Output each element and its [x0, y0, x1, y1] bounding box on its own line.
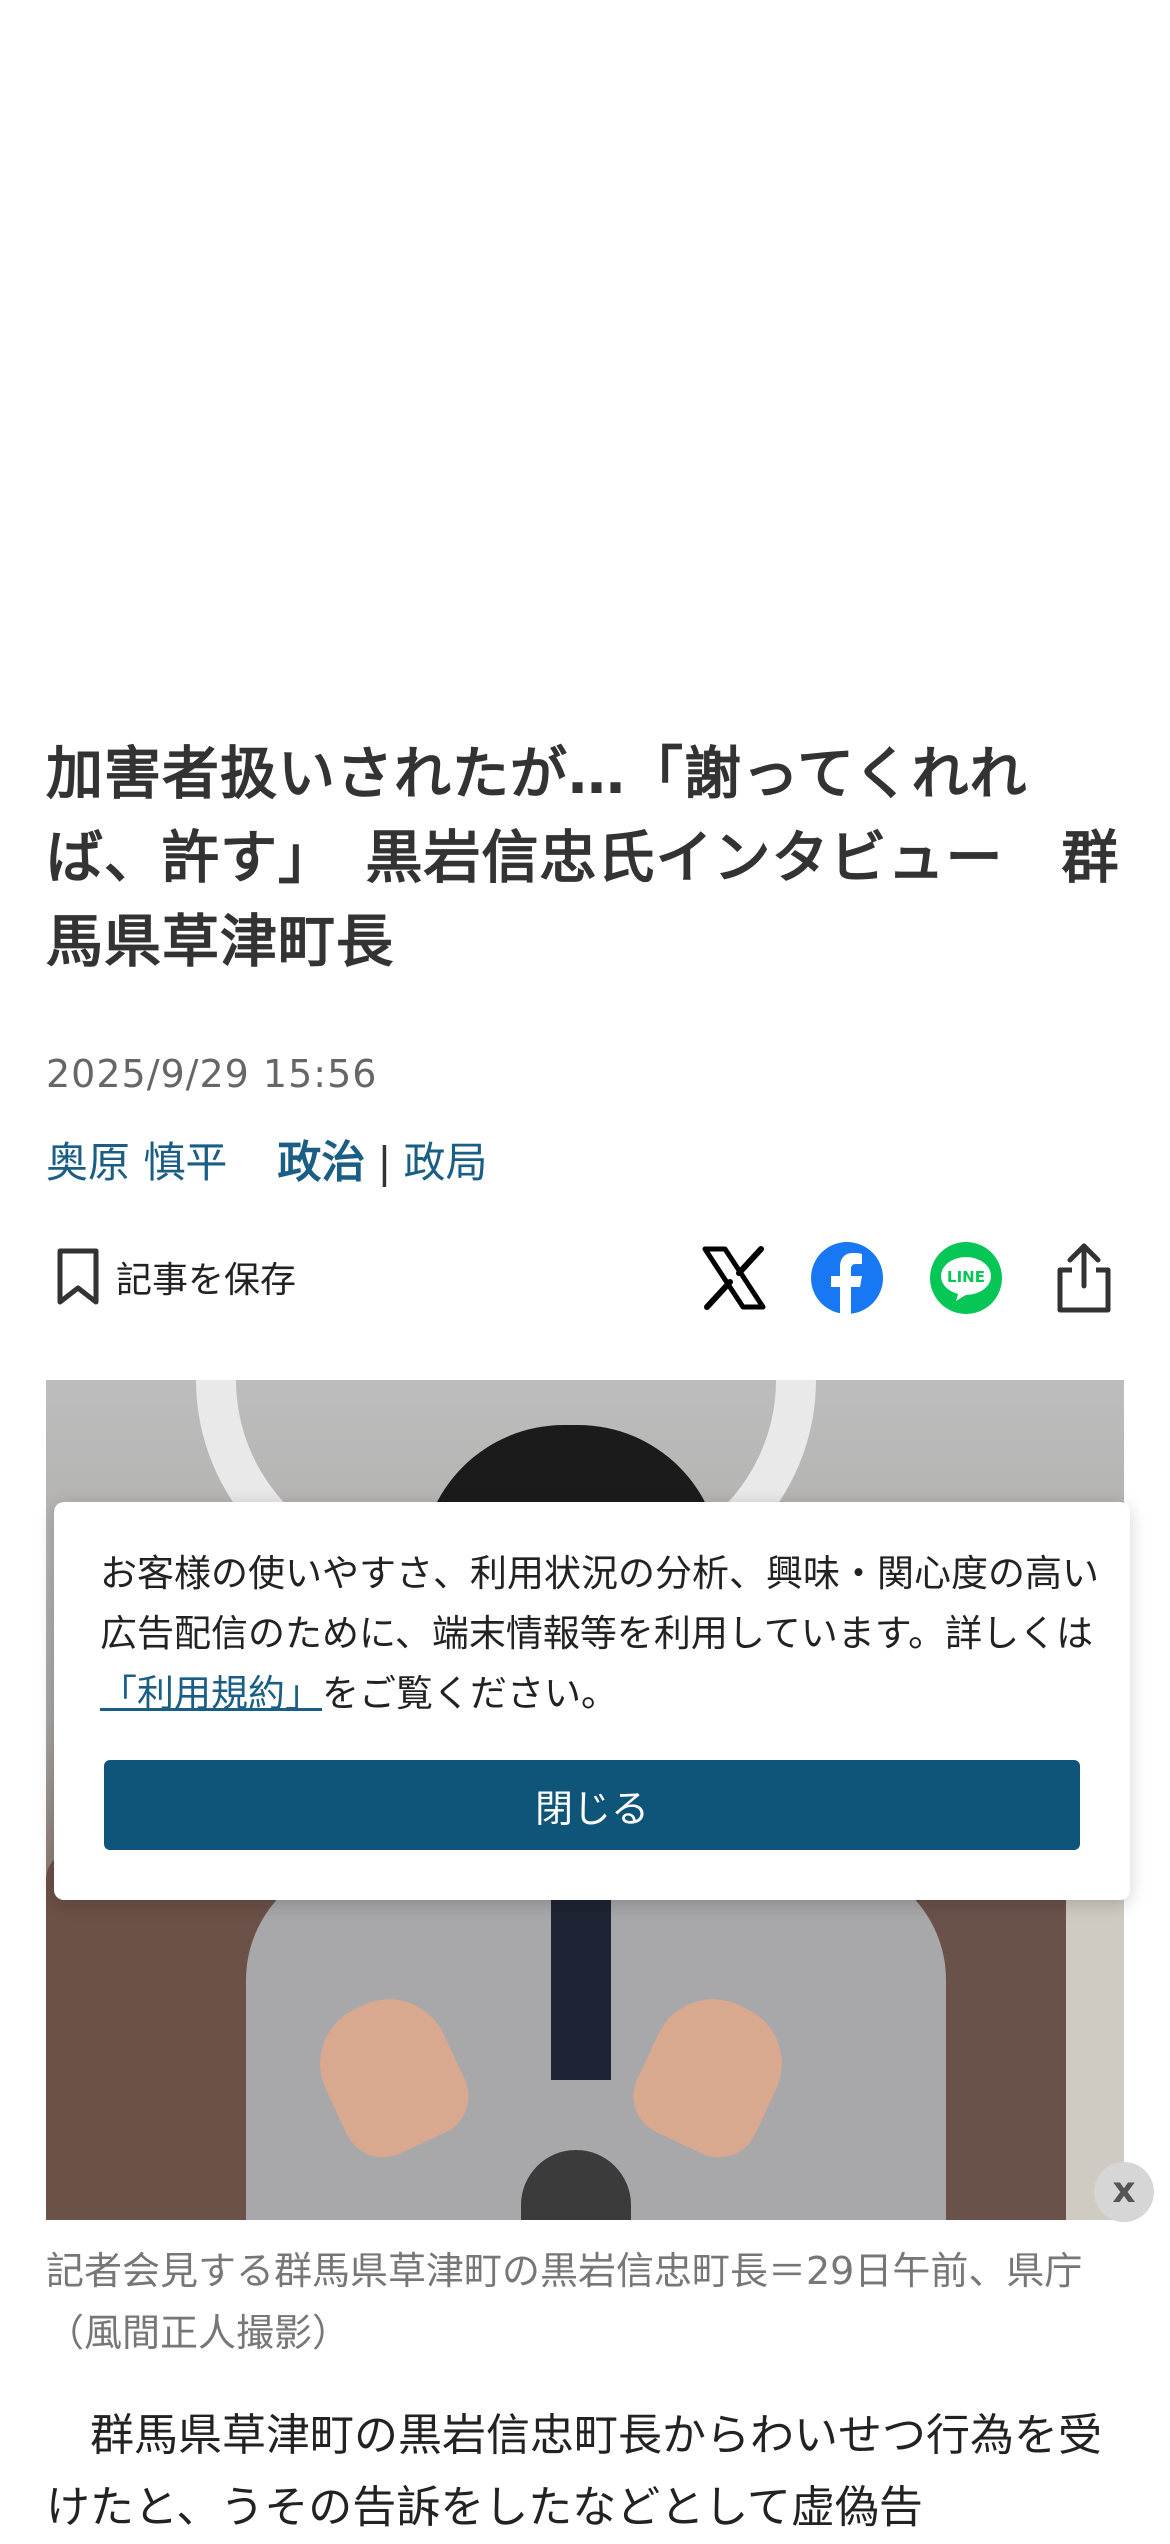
line-icon-label: LINE [947, 1268, 985, 1286]
article-timestamp: 2025/9/29 15:56 [46, 1052, 378, 1096]
terms-of-use-link[interactable]: 「利用規約」 [100, 1672, 322, 1715]
share-icon[interactable] [1046, 1240, 1122, 1316]
line-icon[interactable]: LINE [928, 1240, 1004, 1316]
consent-close-button[interactable]: 閉じる [104, 1760, 1080, 1850]
save-article-label: 記事を保存 [116, 1260, 297, 1301]
category-separator: | [377, 1138, 392, 1187]
consent-text: お客様の使いやすさ、利用状況の分析、興味・関心度の高い広告配信のために、端末情報… [100, 1544, 1100, 1724]
save-article-button[interactable]: 記事を保存 [56, 1242, 296, 1312]
consent-text-before: お客様の使いやすさ、利用状況の分析、興味・関心度の高い広告配信のために、端末情報… [100, 1552, 1099, 1655]
article-headline: 加害者扱いされたが…「謝ってくれれば、許す」 黒岩信忠氏インタビュー 群馬県草津… [46, 741, 1120, 975]
article-body-paragraph: 群馬県草津町の黒岩信忠町長からわいせつ行為を受けたと、うその告訴をしたなどとして… [46, 2410, 1102, 2533]
bookmark-icon [57, 1248, 99, 1305]
facebook-icon[interactable] [809, 1240, 885, 1316]
ad-space [0, 0, 1170, 700]
byline: 奥原 慎平 政治 | 政局 [46, 1126, 488, 1190]
consent-text-after: をご覧ください。 [322, 1672, 618, 1715]
photo-caption: 記者会見する群馬県草津町の黒岩信忠町長＝29日午前、県庁（風間正人撮影） [46, 2249, 1083, 2355]
author-link[interactable]: 奥原 慎平 [46, 1129, 227, 1190]
photo-close-button[interactable]: x [1094, 2162, 1154, 2222]
x-icon[interactable] [696, 1240, 772, 1316]
category-link[interactable]: 政治 [277, 1126, 365, 1190]
subcategory-link[interactable]: 政局 [404, 1129, 488, 1190]
article-actions: 記事を保存 LINE [46, 1232, 1126, 1322]
consent-banner: お客様の使いやすさ、利用状況の分析、興味・関心度の高い広告配信のために、端末情報… [54, 1502, 1130, 1900]
